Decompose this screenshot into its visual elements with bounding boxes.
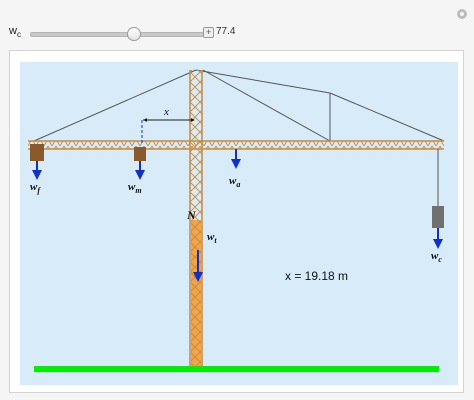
crane-diagram: wf wm x wa N wt wc x = 19.18 m [20,62,458,385]
slider-thumb[interactable] [127,27,142,41]
x-dim-label: x [163,106,169,118]
movable-weight-block[interactable] [134,147,146,161]
gear-icon[interactable] [456,8,468,20]
slider-label: wc [9,25,21,40]
x-readout: x = 19.18 m [285,269,348,283]
load-block [432,206,444,228]
normal-force-label: N [186,208,197,222]
crane-jib [28,140,444,150]
wc-slider[interactable] [30,27,204,41]
fixed-weight-block [30,144,44,161]
app-window: wc + 77.4 wf wm x wa N wt wc x = 19.18 m [0,0,474,400]
ground [34,366,439,372]
slider-value: 77.4 [216,26,236,37]
expand-plus-button[interactable]: + [203,27,214,38]
sky-background [20,62,458,385]
